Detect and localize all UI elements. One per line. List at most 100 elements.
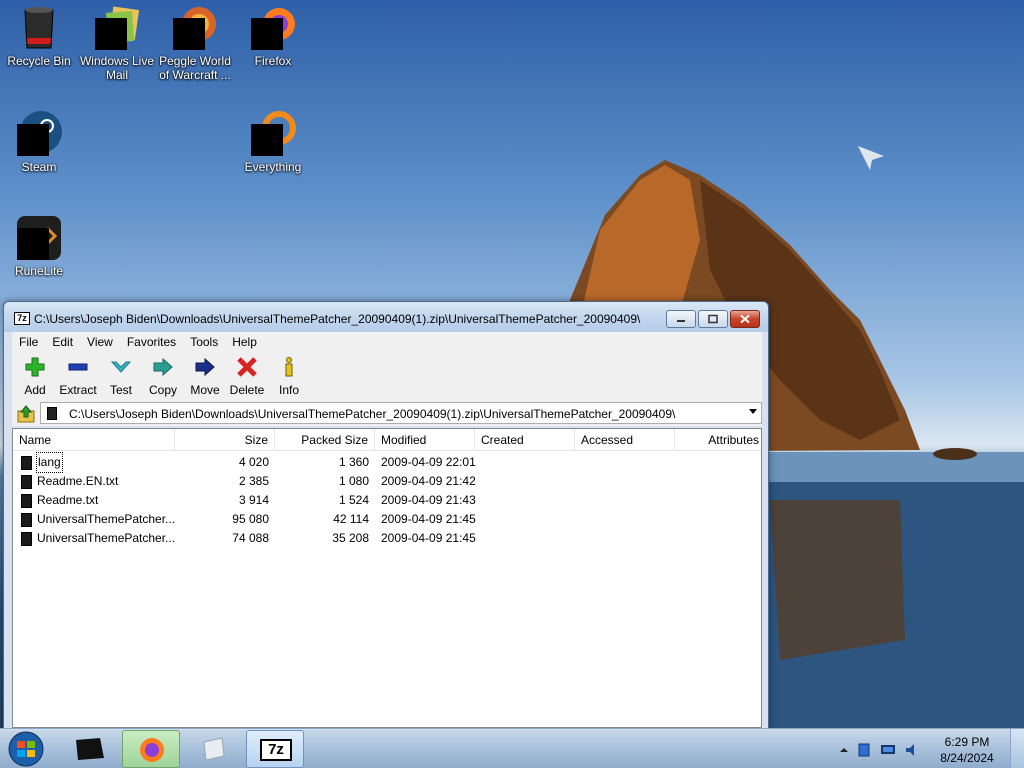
- file-modified: 2009-04-09 21:43: [381, 493, 476, 507]
- icon-overlay: [251, 124, 283, 156]
- taskbar-firefox[interactable]: [122, 730, 180, 768]
- double-arrow-right-icon: [153, 357, 173, 377]
- plus-icon: [25, 357, 45, 377]
- desktop-icon-label: RuneLite: [14, 264, 64, 278]
- desktop-icon-label: Recycle Bin: [7, 54, 71, 68]
- info-button[interactable]: Info: [268, 352, 310, 400]
- network-icon[interactable]: [856, 742, 872, 758]
- extract-label: Extract: [59, 383, 97, 397]
- icon-overlay: [17, 228, 49, 260]
- arrow-right-icon: [195, 357, 215, 377]
- add-label: Add: [24, 383, 46, 397]
- taskbar: 7z 6:29 PM 8/24/2024: [0, 728, 1024, 768]
- close-button[interactable]: [730, 310, 760, 328]
- taskbar-roblox[interactable]: [184, 730, 242, 768]
- file-size: 3 914: [238, 493, 269, 507]
- desktop-icon-label: Peggle World of Warcraft ...: [159, 54, 231, 82]
- x-icon: [237, 357, 257, 377]
- move-button[interactable]: Move: [184, 352, 226, 400]
- toolbar: Add Extract Test Copy Move Delete Info: [12, 352, 762, 400]
- table-row[interactable]: UniversalThemePatcher... 74 088 35 208 2…: [13, 529, 761, 548]
- address-bar: C:\Users\Joseph Biden\Downloads\Universa…: [12, 400, 762, 426]
- file-modified: 2009-04-09 21:45: [381, 512, 476, 526]
- mail-icon: [93, 4, 141, 52]
- folder-icon: [21, 456, 32, 470]
- add-button[interactable]: Add: [14, 352, 56, 400]
- speaker-icon[interactable]: [904, 742, 920, 758]
- file-modified: 2009-04-09 22:01: [381, 455, 476, 469]
- menu-help[interactable]: Help: [225, 335, 264, 349]
- roblox-icon: [203, 737, 225, 761]
- table-row[interactable]: Readme.txt 3 914 1 524 2009-04-09 21:43: [13, 491, 761, 510]
- taskbar-7zip[interactable]: 7z: [246, 730, 304, 768]
- column-name[interactable]: Name: [13, 429, 175, 451]
- file-name: UniversalThemePatcher...: [37, 512, 176, 526]
- column-packed-size[interactable]: Packed Size: [275, 429, 375, 451]
- menu-tools[interactable]: Tools: [183, 335, 225, 349]
- chevron-down-icon[interactable]: [749, 409, 757, 414]
- column-modified[interactable]: Modified: [375, 429, 475, 451]
- up-folder-icon[interactable]: [16, 404, 36, 424]
- show-desktop-button[interactable]: [1010, 729, 1024, 768]
- tray-clock[interactable]: 6:29 PM 8/24/2024: [932, 734, 1002, 766]
- desktop-icon-steam[interactable]: Steam: [1, 110, 77, 174]
- info-label: Info: [278, 383, 299, 397]
- column-attributes[interactable]: Attributes: [675, 429, 761, 451]
- peggle-icon: [171, 4, 219, 52]
- file-name: UniversalThemePatcher...: [37, 531, 176, 545]
- menu-edit[interactable]: Edit: [45, 335, 80, 349]
- desktop-icon-runelite[interactable]: RuneLite: [1, 214, 77, 278]
- maximize-button[interactable]: [698, 310, 728, 328]
- desktop-icon-recycle-bin[interactable]: Recycle Bin: [1, 4, 77, 68]
- file-packed-size: 1 360: [338, 455, 369, 469]
- desktop-icon-everything[interactable]: Everything: [235, 110, 311, 174]
- menu-view[interactable]: View: [80, 335, 120, 349]
- menu-favorites[interactable]: Favorites: [120, 335, 183, 349]
- file-packed-size: 35 208: [332, 531, 369, 545]
- extract-button[interactable]: Extract: [56, 352, 100, 400]
- window-titlebar[interactable]: 7z C:\Users\Joseph Biden\Downloads\Unive…: [4, 302, 768, 332]
- desktop-icon-label: Firefox: [254, 54, 292, 68]
- 7zip-icon: 7z: [260, 739, 292, 761]
- file-icon: [21, 513, 32, 527]
- delete-label: Delete: [229, 383, 265, 397]
- column-size[interactable]: Size: [175, 429, 275, 451]
- file-packed-size: 1 524: [338, 493, 369, 507]
- file-packed-size: 1 080: [338, 474, 369, 488]
- copy-label: Copy: [148, 383, 177, 397]
- minus-icon: [68, 363, 88, 371]
- file-icon: [21, 532, 32, 546]
- chevron-up-icon[interactable]: [836, 742, 852, 758]
- file-list[interactable]: Name Size Packed Size Modified Created A…: [12, 428, 762, 728]
- copy-button[interactable]: Copy: [142, 352, 184, 400]
- desktop-icon-label: Windows Live Mail: [79, 54, 155, 82]
- clock-time: 6:29 PM: [944, 735, 990, 749]
- everything-icon: [249, 110, 297, 158]
- icon-overlay: [173, 18, 205, 50]
- file-modified: 2009-04-09 21:45: [381, 531, 476, 545]
- desktop-icon-peggle[interactable]: Peggle World of Warcraft ...: [157, 4, 233, 82]
- menu-bar: File Edit View Favorites Tools Help: [12, 332, 762, 352]
- table-row[interactable]: UniversalThemePatcher... 95 080 42 114 2…: [13, 510, 761, 529]
- address-input[interactable]: C:\Users\Joseph Biden\Downloads\Universa…: [40, 402, 762, 424]
- table-row[interactable]: lang 4 020 1 360 2009-04-09 22:01: [13, 452, 761, 473]
- monitor-icon[interactable]: [880, 742, 896, 758]
- table-row[interactable]: Readme.EN.txt 2 385 1 080 2009-04-09 21:…: [13, 472, 761, 491]
- desktop-icon-label: Everything: [244, 160, 302, 174]
- move-label: Move: [190, 383, 220, 397]
- file-modified: 2009-04-09 21:42: [381, 474, 476, 488]
- minimize-button[interactable]: [666, 310, 696, 328]
- taskbar-dark-app[interactable]: [60, 730, 118, 768]
- file-size: 74 088: [232, 531, 269, 545]
- start-button[interactable]: [6, 730, 46, 768]
- desktop-icon-windows-live-mail[interactable]: Windows Live Mail: [79, 4, 155, 82]
- column-created[interactable]: Created: [475, 429, 575, 451]
- desktop-icon-firefox[interactable]: Firefox: [235, 4, 311, 68]
- delete-button[interactable]: Delete: [226, 352, 268, 400]
- recycle-bin-icon: [15, 4, 63, 52]
- file-packed-size: 42 114: [333, 512, 369, 526]
- column-accessed[interactable]: Accessed: [575, 429, 675, 451]
- menu-file[interactable]: File: [12, 335, 45, 349]
- file-size: 4 020: [238, 455, 269, 469]
- test-button[interactable]: Test: [100, 352, 142, 400]
